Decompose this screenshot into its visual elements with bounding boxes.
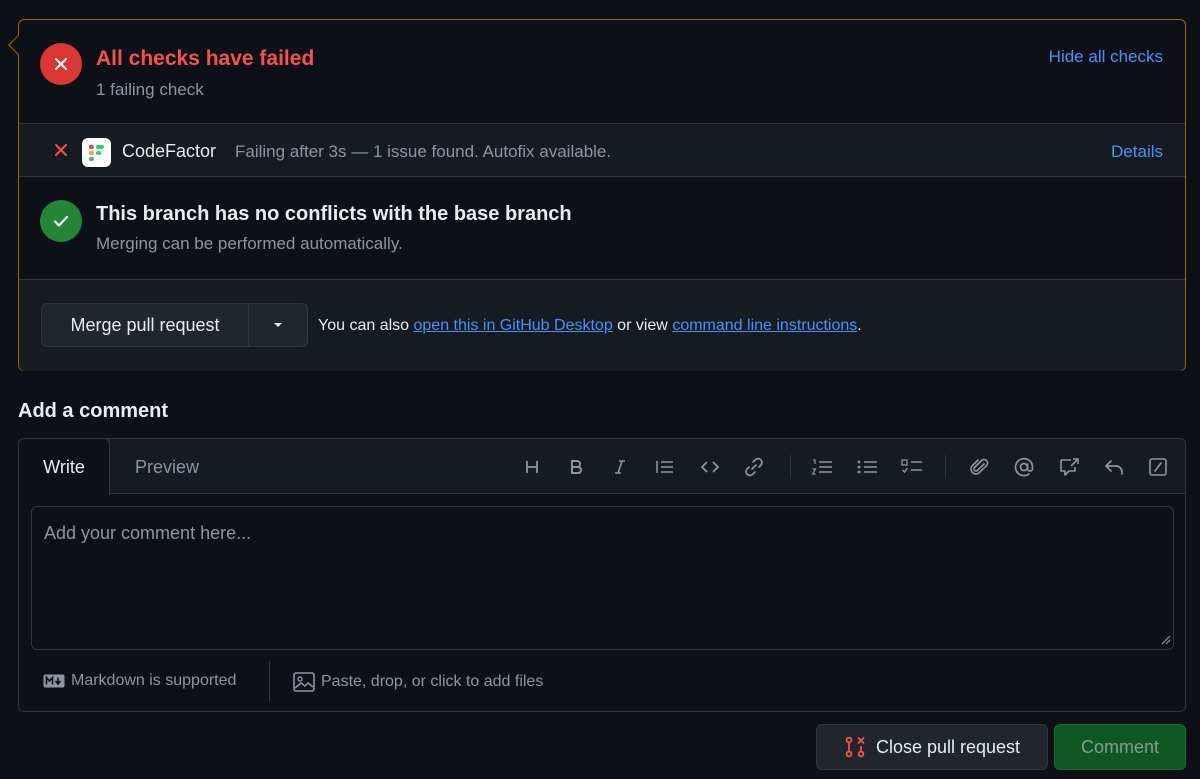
attach-icon[interactable] [967,454,993,480]
toolbar-divider [945,455,946,479]
markdown-supported-link[interactable]: Markdown is supported [43,672,236,690]
comment-button[interactable]: Comment [1054,724,1186,770]
reference-icon[interactable] [1056,454,1082,480]
resize-grip-icon[interactable] [1159,632,1171,650]
bold-icon[interactable] [563,454,589,480]
hint-prefix: You can also [318,317,410,334]
comment-tabs: Write Preview [18,438,1185,495]
merge-method-dropdown[interactable] [249,304,307,346]
checks-header: All checks have failed 1 failing check H… [19,20,1185,123]
add-files-button[interactable]: Paste, drop, or click to add files [293,672,543,692]
comment-box: Write Preview Add your comment here... M… [18,438,1186,712]
italic-icon[interactable] [607,454,633,480]
mention-icon[interactable] [1011,454,1037,480]
open-github-desktop-link[interactable]: open this in GitHub Desktop [414,317,613,334]
check-name: CodeFactor [122,141,217,161]
check-failed-x-icon [53,142,69,163]
quote-icon[interactable] [652,454,678,480]
link-icon[interactable] [741,454,767,480]
code-icon[interactable] [697,454,723,480]
checks-subtitle: 1 failing check [96,80,204,99]
caret-down-icon [274,323,282,327]
unordered-list-icon[interactable] [854,454,880,480]
files-note: Paste, drop, or click to add files [321,673,544,690]
conflict-status: This branch has no conflicts with the ba… [19,177,1185,280]
check-description: Failing after 3s — 1 issue found. Autofi… [235,142,612,161]
merge-actions: Merge pull request You can also open thi… [19,280,1185,371]
check-success-icon [40,200,82,242]
footer-divider [269,661,270,701]
task-list-icon[interactable] [899,454,925,480]
conflict-title: This branch has no conflicts with the ba… [96,203,572,225]
toolbar-divider [790,455,791,479]
conflict-subtitle: Merging can be performed automatically. [96,234,403,253]
hint-middle: or view [617,317,668,334]
markdown-icon [43,674,65,688]
hide-all-checks-link[interactable]: Hide all checks [1049,47,1163,67]
reply-icon[interactable] [1101,454,1127,480]
merge-pull-request-button[interactable]: Merge pull request [42,304,249,346]
merge-status-box: All checks have failed 1 failing check H… [8,19,1186,371]
hint-suffix: . [857,317,862,334]
add-comment-heading: Add a comment [18,400,169,422]
codefactor-logo-icon [82,138,111,167]
markdown-toolbar [19,439,1185,494]
git-pull-request-closed-icon [845,736,865,758]
command-line-instructions-link[interactable]: command line instructions [672,317,857,334]
merge-hint: You can also open this in GitHub Desktop… [318,317,862,335]
check-row-codefactor: CodeFactor Failing after 3s — 1 issue fo… [19,123,1185,177]
check-details-link[interactable]: Details [1111,142,1163,162]
slash-command-icon[interactable] [1145,454,1171,480]
checks-title: All checks have failed [96,47,315,70]
checks-failed-icon [40,43,82,85]
markdown-note: Markdown is supported [71,672,237,689]
ordered-list-icon[interactable] [809,454,835,480]
comment-footer: Markdown is supported Paste, drop, or cl… [19,661,1185,711]
close-pull-request-label: Close pull request [875,736,1021,757]
comment-textarea[interactable] [31,506,1174,650]
close-pull-request-button[interactable]: Close pull request [816,724,1048,770]
heading-icon[interactable] [519,454,545,480]
merge-button-group: Merge pull request [41,303,308,347]
image-icon [293,672,315,692]
